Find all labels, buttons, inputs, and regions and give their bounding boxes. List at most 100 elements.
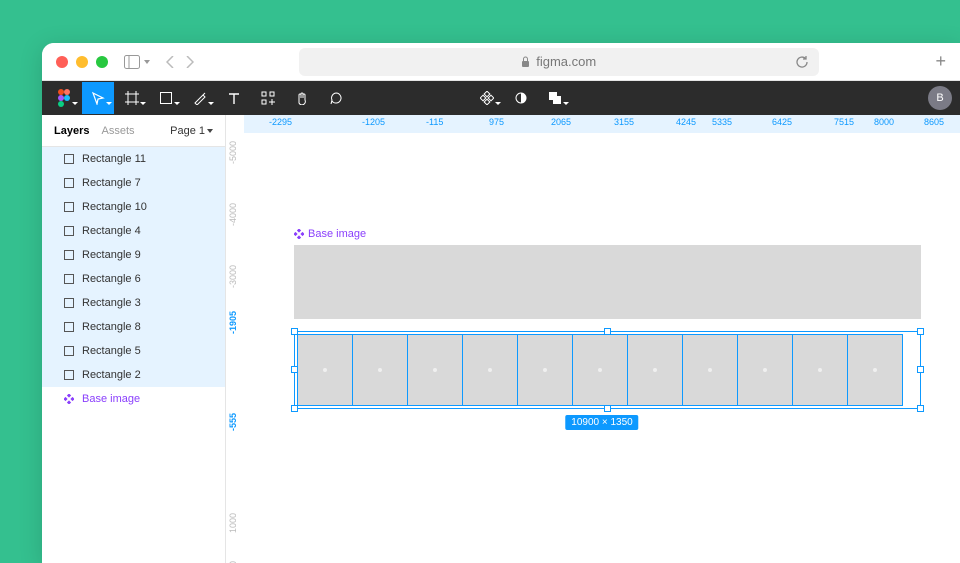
window-maximize-icon[interactable]	[96, 56, 108, 68]
figma-toolbar: B	[42, 81, 960, 115]
url-bar[interactable]: figma.com	[299, 48, 819, 76]
layer-item[interactable]: Rectangle 10	[42, 195, 225, 219]
resize-handle-l[interactable]	[291, 366, 298, 373]
back-button[interactable]	[166, 56, 174, 68]
selection-dimensions: 10900 × 1350	[565, 415, 638, 430]
layer-item[interactable]: Rectangle 8	[42, 315, 225, 339]
ruler-tick: 8605	[924, 117, 944, 127]
ruler-tick: 2065	[551, 117, 571, 127]
tab-layers[interactable]: Layers	[54, 125, 89, 137]
layer-label: Rectangle 4	[82, 225, 141, 237]
ruler-tick: -5000	[228, 141, 238, 164]
pen-tool-button[interactable]	[184, 82, 216, 114]
hand-tool-button[interactable]	[286, 82, 318, 114]
boolean-ops-button[interactable]	[539, 82, 571, 114]
forward-button[interactable]	[186, 56, 194, 68]
component-actions-button[interactable]	[471, 82, 503, 114]
rectangle-icon	[64, 274, 74, 284]
browser-window: figma.com +	[42, 43, 960, 563]
resources-button[interactable]	[252, 82, 284, 114]
ruler-tick: 3155	[614, 117, 634, 127]
nav-arrows	[166, 56, 194, 68]
mask-button[interactable]	[505, 82, 537, 114]
ruler-tick: 4245	[676, 117, 696, 127]
resize-handle-tl[interactable]	[291, 328, 298, 335]
ruler-horizontal: -2295-1205-11597520653155424553356425751…	[244, 115, 960, 133]
layer-label: Rectangle 9	[82, 249, 141, 261]
component-icon	[64, 394, 74, 404]
ruler-tick: -115	[426, 117, 443, 127]
layer-label: Rectangle 6	[82, 273, 141, 285]
layer-label: Rectangle 7	[82, 177, 141, 189]
rectangle-icon	[64, 322, 74, 332]
ruler-tick: 975	[489, 117, 504, 127]
resize-handle-t[interactable]	[604, 328, 611, 335]
rectangle-icon	[64, 346, 74, 356]
component-icon	[294, 229, 304, 239]
ruler-tick: 5335	[712, 117, 732, 127]
layer-label: Rectangle 11	[82, 153, 146, 165]
layer-item[interactable]: Rectangle 9	[42, 243, 225, 267]
layers-panel: Layers Assets Page 1 Rectangle 11Rectang…	[42, 115, 226, 563]
comment-tool-button[interactable]	[320, 82, 352, 114]
layer-item[interactable]: Rectangle 7	[42, 171, 225, 195]
layer-label: Rectangle 3	[82, 297, 141, 309]
resize-handle-br[interactable]	[917, 405, 924, 412]
layer-item[interactable]: Rectangle 2	[42, 363, 225, 387]
ruler-tick: -4000	[228, 203, 238, 226]
layers-list[interactable]: Rectangle 11 Rectangle 7 Rectangle 10 Recta…	[42, 147, 225, 563]
layer-item[interactable]: Rectangle 4	[42, 219, 225, 243]
traffic-lights	[56, 56, 108, 68]
refresh-icon[interactable]	[795, 55, 809, 69]
panel-tabs: Layers Assets Page 1	[42, 115, 225, 147]
shape-tool-button[interactable]	[150, 82, 182, 114]
ruler-tick: 7515	[834, 117, 854, 127]
resize-handle-r[interactable]	[917, 366, 924, 373]
ruler-tick: 8000	[874, 117, 894, 127]
layer-label: Base image	[82, 393, 140, 405]
move-tool-button[interactable]	[82, 82, 114, 114]
canvas[interactable]: -2295-1205-11597520653155424553356425751…	[226, 115, 960, 563]
resize-handle-tr[interactable]	[917, 328, 924, 335]
rectangle-icon	[64, 250, 74, 260]
window-close-icon[interactable]	[56, 56, 68, 68]
ruler-tick: -555	[228, 413, 238, 431]
rectangle-icon	[64, 298, 74, 308]
frame-tool-button[interactable]	[116, 82, 148, 114]
page-selector[interactable]: Page 1	[170, 125, 213, 137]
layer-item[interactable]: Rectangle 11	[42, 147, 225, 171]
component-label[interactable]: Base image	[294, 228, 366, 240]
chevron-down-icon	[207, 129, 213, 133]
layer-item[interactable]: Base image	[42, 387, 225, 411]
rectangle-icon	[64, 370, 74, 380]
canvas-content[interactable]: Base image 10900 × 1350	[244, 133, 960, 563]
chevron-down-icon	[144, 60, 150, 64]
layer-label: Rectangle 5	[82, 345, 141, 357]
ruler-tick: 1000	[228, 513, 238, 533]
ruler-tick: -1905	[228, 311, 238, 334]
ruler-tick: -1205	[362, 117, 385, 127]
layer-item[interactable]: Rectangle 3	[42, 291, 225, 315]
selection-outline	[294, 331, 921, 409]
ruler-tick: 6425	[772, 117, 792, 127]
sidebar-toggle-button[interactable]	[124, 55, 150, 69]
avatar[interactable]: B	[928, 86, 952, 110]
text-tool-button[interactable]	[218, 82, 250, 114]
resize-handle-bl[interactable]	[291, 405, 298, 412]
url-text: figma.com	[536, 54, 596, 69]
main-area: Layers Assets Page 1 Rectangle 11Rectang…	[42, 115, 960, 563]
layer-label: Rectangle 8	[82, 321, 141, 333]
tab-assets[interactable]: Assets	[101, 125, 134, 137]
browser-chrome: figma.com +	[42, 43, 960, 81]
rectangle-icon	[64, 226, 74, 236]
layer-item[interactable]: Rectangle 6	[42, 267, 225, 291]
layer-item[interactable]: Rectangle 5	[42, 339, 225, 363]
resize-handle-b[interactable]	[604, 405, 611, 412]
figma-menu-button[interactable]	[48, 82, 80, 114]
base-image-rect[interactable]	[294, 245, 921, 319]
rectangle-icon	[64, 202, 74, 212]
lock-icon	[521, 56, 530, 67]
layer-label: Rectangle 10	[82, 201, 147, 213]
window-minimize-icon[interactable]	[76, 56, 88, 68]
new-tab-button[interactable]: +	[935, 51, 946, 72]
